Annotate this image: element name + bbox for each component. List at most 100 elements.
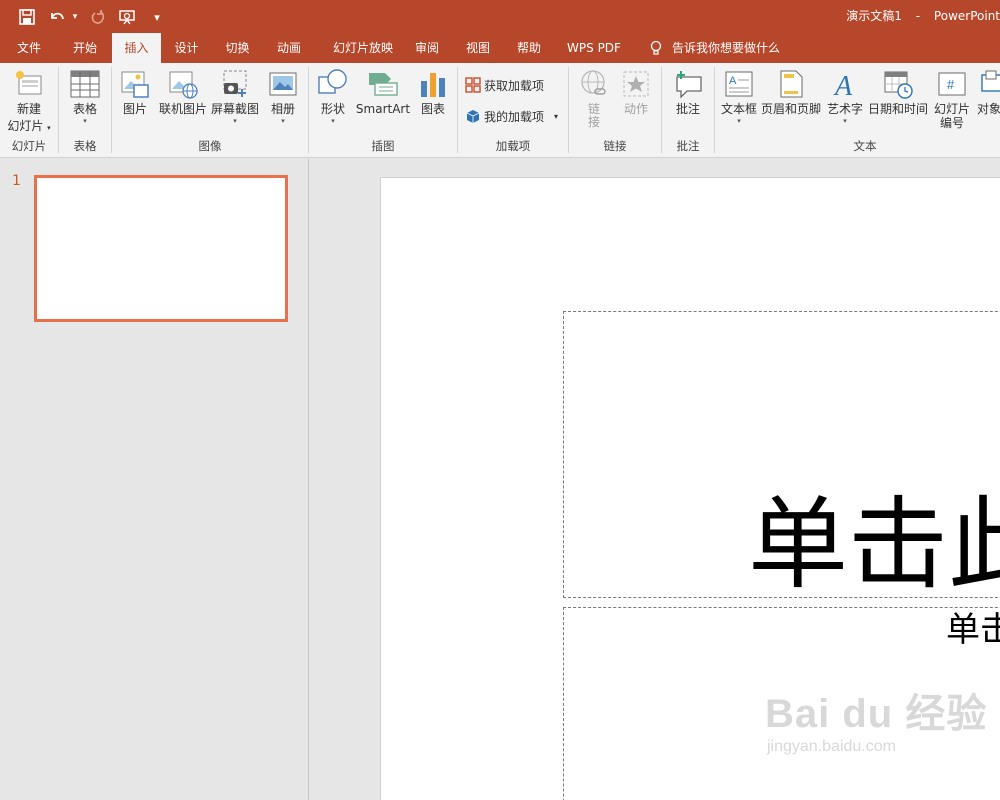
group-text: A 文本框 ▾ 页眉和页脚 A 艺术字 ▾ 日期和时间 # 幻灯片 编号 对象 …	[715, 63, 1000, 158]
picture-icon	[119, 68, 151, 100]
header-footer-button[interactable]: 页眉和页脚	[761, 68, 821, 117]
redo-icon[interactable]	[84, 5, 110, 29]
title-bar: ▾ ▾ 演示文稿1 - PowerPoint	[0, 0, 1000, 33]
wordart-label: 艺术字	[826, 102, 863, 116]
chevron-down-icon: ▾	[843, 117, 847, 125]
chart-button[interactable]: 图表	[415, 68, 451, 117]
tab-transitions[interactable]: 切换	[212, 33, 263, 63]
screenshot-label: 屏幕截图	[210, 102, 259, 116]
comment-label: 批注	[675, 102, 700, 116]
undo-dropdown-icon[interactable]: ▾	[70, 5, 80, 29]
screenshot-button[interactable]: 屏幕截图 ▾	[210, 68, 260, 125]
online-picture-button[interactable]: 联机图片	[158, 68, 208, 117]
header-footer-label: 页眉和页脚	[761, 102, 822, 116]
comment-icon	[672, 68, 704, 100]
undo-icon[interactable]	[44, 5, 70, 29]
table-icon	[69, 68, 101, 100]
customize-icon[interactable]: ▾	[144, 5, 170, 29]
calendar-clock-icon	[882, 68, 914, 100]
tab-animations[interactable]: 动画	[263, 33, 315, 63]
wordart-icon: A	[829, 68, 861, 100]
tell-me-search[interactable]: 告诉我你想要做什么	[672, 33, 787, 63]
powerpoint-window: ▾ ▾ 演示文稿1 - PowerPoint 文件 开始 插入 设计 切换 动画…	[0, 0, 1000, 800]
quick-access-toolbar: ▾ ▾	[14, 5, 170, 29]
chart-icon	[417, 68, 449, 100]
store-icon	[464, 76, 482, 94]
lightbulb-icon	[650, 40, 662, 55]
group-addins: 获取加载项 我的加载项 ▾ 加载项	[458, 63, 568, 158]
textbox-button[interactable]: A 文本框 ▾	[719, 68, 759, 125]
tab-help[interactable]: 帮助	[513, 33, 545, 63]
date-time-button[interactable]: 日期和时间	[867, 68, 929, 117]
action-button[interactable]: 动作	[617, 68, 655, 117]
group-images: 图片 联机图片 屏幕截图 ▾ 相册 ▾ 图像	[112, 63, 308, 158]
document-title: 演示文稿1	[846, 9, 902, 23]
date-time-label: 日期和时间	[867, 102, 928, 116]
slides-panel: 1	[0, 159, 309, 800]
star-action-icon	[620, 68, 652, 100]
action-label: 动作	[623, 102, 648, 116]
group-links-label: 链接	[603, 139, 627, 153]
header-footer-icon	[775, 68, 807, 100]
group-tables-label: 表格	[73, 139, 97, 153]
table-button[interactable]: 表格 ▾	[64, 68, 106, 125]
title-placeholder-text: 单击此处添加标题	[748, 486, 1000, 598]
link-button[interactable]: 链 接	[575, 68, 613, 130]
subtitle-placeholder-text: 单击此处添加副标题	[946, 610, 1000, 650]
svg-text:A: A	[729, 75, 737, 87]
online-picture-label: 联机图片	[158, 102, 207, 116]
group-addins-label: 加载项	[495, 139, 531, 153]
ribbon-tabs: 文件 开始 插入 设计 切换 动画 幻灯片放映 审阅 视图 帮助 WPS PDF…	[0, 33, 1000, 63]
chevron-down-icon: ▾	[281, 117, 285, 125]
tab-file[interactable]: 文件	[0, 33, 58, 63]
wordart-button[interactable]: A 艺术字 ▾	[823, 68, 867, 125]
textbox-label: 文本框	[720, 102, 757, 116]
object-label: 对象	[977, 102, 1000, 116]
chevron-down-icon: ▾	[233, 117, 237, 125]
present-icon[interactable]	[114, 5, 140, 29]
get-addins-button[interactable]: 获取加载项	[464, 76, 544, 94]
new-slide-button[interactable]: 新建 幻灯片 ▾	[5, 68, 53, 136]
chevron-down-icon: ▾	[83, 117, 87, 125]
shapes-label: 形状	[320, 102, 345, 116]
shapes-button[interactable]: 形状 ▾	[315, 68, 351, 125]
group-illustrations-label: 插图	[371, 139, 395, 153]
slide-number-button[interactable]: # 幻灯片 编号	[931, 68, 973, 131]
group-tables: 表格 ▾ 表格	[59, 63, 111, 158]
title-placeholder[interactable]: 单击此处添加标题	[563, 311, 1000, 598]
slide-thumbnail[interactable]	[34, 175, 288, 322]
tab-insert[interactable]: 插入	[112, 33, 161, 63]
chevron-down-icon: ▾	[331, 117, 335, 125]
new-slide-label-1: 新建	[16, 102, 41, 116]
ribbon: 新建 幻灯片 ▾ 幻灯片 表格 ▾ 表格 图片 联机图片 屏幕截图 ▾ 相册 ▾…	[0, 63, 1000, 158]
window-title: 演示文稿1 - PowerPoint	[836, 7, 1000, 24]
tab-wps-pdf[interactable]: WPS PDF	[556, 33, 632, 63]
comment-button[interactable]: 批注	[668, 68, 708, 117]
object-button[interactable]: 对象	[977, 68, 1000, 117]
slide-number-label-2: 编号	[939, 116, 964, 130]
slide-number: 1	[12, 173, 21, 189]
chevron-down-icon[interactable]: ▾	[554, 112, 558, 121]
tab-home[interactable]: 开始	[58, 33, 112, 63]
tab-design[interactable]: 设计	[161, 33, 212, 63]
group-slides: 新建 幻灯片 ▾ 幻灯片	[0, 63, 58, 158]
group-illustrations: 形状 ▾ SmartArt 图表 插图	[309, 63, 457, 158]
chevron-down-icon: ▾	[737, 117, 741, 125]
tab-review[interactable]: 审阅	[411, 33, 443, 63]
group-slides-label: 幻灯片	[11, 139, 47, 153]
online-picture-icon	[167, 68, 199, 100]
tab-slideshow[interactable]: 幻灯片放映	[315, 33, 411, 63]
chart-label: 图表	[420, 102, 445, 116]
baidu-watermark: Bai du 经验 jingyan.baidu.com	[765, 690, 987, 756]
smartart-label: SmartArt	[355, 102, 411, 116]
screenshot-icon	[219, 68, 251, 100]
save-icon[interactable]	[14, 5, 40, 29]
photo-album-icon	[267, 68, 299, 100]
my-addins-button[interactable]: 我的加载项 ▾	[464, 107, 558, 125]
my-addins-label: 我的加载项	[484, 109, 545, 124]
picture-button[interactable]: 图片	[118, 68, 152, 117]
tab-view[interactable]: 视图	[443, 33, 513, 63]
photo-album-button[interactable]: 相册 ▾	[264, 68, 302, 125]
group-text-label: 文本	[853, 139, 877, 153]
smartart-button[interactable]: SmartArt	[355, 68, 411, 117]
